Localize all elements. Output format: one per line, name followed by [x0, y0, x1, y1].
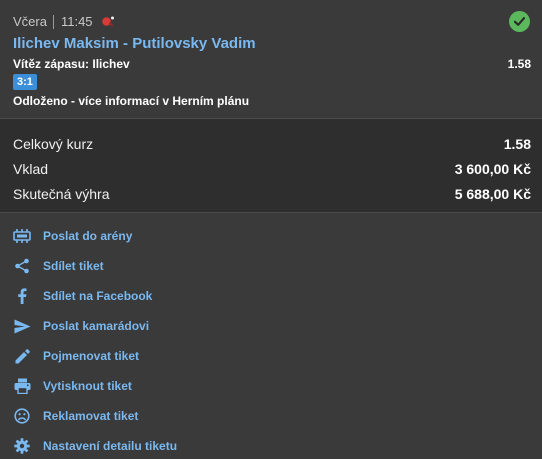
score-badge: 3:1 — [13, 74, 37, 90]
print-icon — [13, 377, 31, 395]
total-odds-value: 1.58 — [503, 136, 531, 152]
win-value: 5 688,00 Kč — [454, 186, 531, 202]
check-circle-icon — [509, 11, 530, 32]
table-tennis-icon — [101, 15, 115, 29]
action-label: Vytisknout tiket — [43, 379, 132, 393]
win-label: Skutečná výhra — [13, 186, 110, 202]
send-to-friend-button[interactable]: Poslat kamarádovi — [13, 314, 149, 338]
action-label: Sdílet tiket — [43, 259, 104, 273]
rename-ticket-button[interactable]: Pojmenovat tiket — [13, 344, 139, 368]
bet-card: Včera 11:45 Ilichev Maksim - Putilovsky … — [0, 0, 542, 118]
stake-value: 3 600,00 Kč — [454, 161, 531, 177]
gear-icon — [13, 437, 31, 455]
action-label: Pojmenovat tiket — [43, 349, 140, 363]
facebook-icon — [13, 287, 31, 305]
pencil-icon — [13, 347, 31, 365]
total-odds-row: Celkový kurz 1.58 — [13, 136, 531, 152]
bet-meta: Včera 11:45 — [13, 14, 115, 29]
stake-label: Vklad — [13, 161, 49, 177]
action-label: Nastavení detailu tiketu — [43, 439, 178, 453]
action-label: Poslat do arény — [43, 229, 133, 243]
send-to-arena-button[interactable]: Poslat do arény — [13, 224, 132, 248]
pick-label: Vítěz zápasu: Ilichev — [13, 57, 130, 71]
match-title-link[interactable]: Ilichev Maksim - Putilovsky Vadim — [13, 35, 256, 52]
pick-odds: 1.58 — [507, 57, 531, 71]
meta-divider — [52, 14, 54, 29]
pick-row: Vítěz zápasu: Ilichev 1.58 — [13, 57, 531, 71]
complain-ticket-button[interactable]: Reklamovat tiket — [13, 404, 138, 428]
action-label: Sdílet na Facebook — [43, 289, 153, 303]
sad-face-icon — [13, 407, 31, 425]
ticket-detail-settings-button[interactable]: Nastavení detailu tiketu — [13, 434, 177, 458]
total-odds-label: Celkový kurz — [13, 136, 94, 152]
share-ticket-button[interactable]: Sdílet tiket — [13, 254, 104, 278]
action-label: Reklamovat tiket — [43, 409, 139, 423]
action-label: Poslat kamarádovi — [43, 319, 150, 333]
bet-time: 11:45 — [60, 14, 93, 29]
win-row: Skutečná výhra 5 688,00 Kč — [13, 186, 531, 202]
arena-icon — [13, 227, 31, 245]
bet-day: Včera — [13, 14, 47, 29]
postponed-note: Odloženo - více informací v Herním plánu — [13, 94, 250, 108]
share-icon — [13, 257, 31, 275]
send-icon — [13, 317, 31, 335]
stake-row: Vklad 3 600,00 Kč — [13, 161, 531, 177]
share-facebook-button[interactable]: Sdílet na Facebook — [13, 284, 152, 308]
print-ticket-button[interactable]: Vytisknout tiket — [13, 374, 132, 398]
ticket-summary: Celkový kurz 1.58 Vklad 3 600,00 Kč Skut… — [0, 118, 542, 213]
